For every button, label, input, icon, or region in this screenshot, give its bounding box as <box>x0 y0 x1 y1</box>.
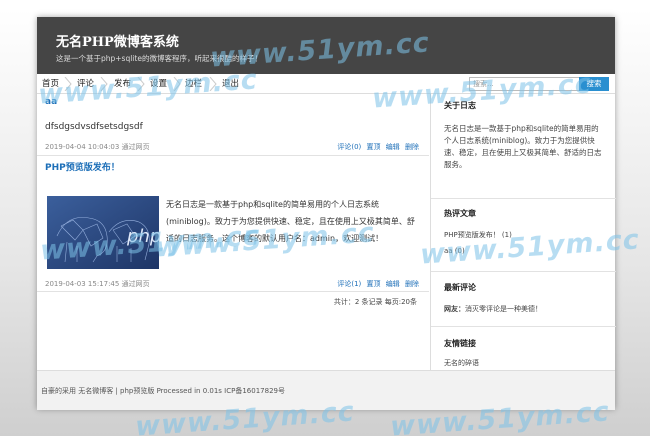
post-actions: 评论(1) 置顶 编辑 删除 <box>334 279 419 289</box>
post-divider <box>37 291 429 292</box>
pin-link[interactable]: 置顶 <box>367 280 381 288</box>
about-text: 无名日志是一款基于php和sqlite的简单易用的个人日志系统(miniblog… <box>444 124 602 169</box>
comment-link[interactable]: 评论(0) <box>337 143 361 151</box>
pin-link[interactable]: 置顶 <box>367 143 381 151</box>
delete-link[interactable]: 删除 <box>405 143 419 151</box>
post-title[interactable]: PHP预览版发布！ <box>45 160 120 173</box>
edit-link[interactable]: 编辑 <box>386 280 400 288</box>
pager-info: 共计：2 条记录 每页:20条 <box>333 298 417 306</box>
footer-text: 自豪的采用 无名微博客 | php预览版 Processed in 0.01s … <box>41 387 285 395</box>
delete-link[interactable]: 删除 <box>405 280 419 288</box>
comment-link[interactable]: 评论(1) <box>337 280 361 288</box>
comment-user: 网友： <box>444 305 465 313</box>
post-body: dfsdgsdvsdfsetsdgsdf <box>45 122 143 132</box>
post-divider <box>37 155 429 156</box>
post-meta: 2019-04-04 10:04:03 通过网页 <box>45 143 150 151</box>
sidebar-divider <box>431 198 616 199</box>
comment-item[interactable]: 网友：消灭零评论是一种美德！ <box>444 304 542 314</box>
friend-link[interactable]: 无名的碎语 <box>444 358 479 368</box>
post-actions: 评论(0) 置顶 编辑 删除 <box>334 142 419 152</box>
links-title: 友情链接 <box>444 339 476 348</box>
comments-title: 最新评论 <box>444 283 476 292</box>
sidebar-divider <box>431 326 616 327</box>
post-meta: 2019-04-03 15:17:45 通过网页 <box>45 280 150 288</box>
sidebar-divider <box>431 271 616 272</box>
edit-link[interactable]: 编辑 <box>386 143 400 151</box>
comment-text: 消灭零评论是一种美德！ <box>465 305 542 313</box>
site-title[interactable]: 无名PHP微博客系统 <box>56 31 179 50</box>
hot-title: 热评文章 <box>444 209 476 218</box>
